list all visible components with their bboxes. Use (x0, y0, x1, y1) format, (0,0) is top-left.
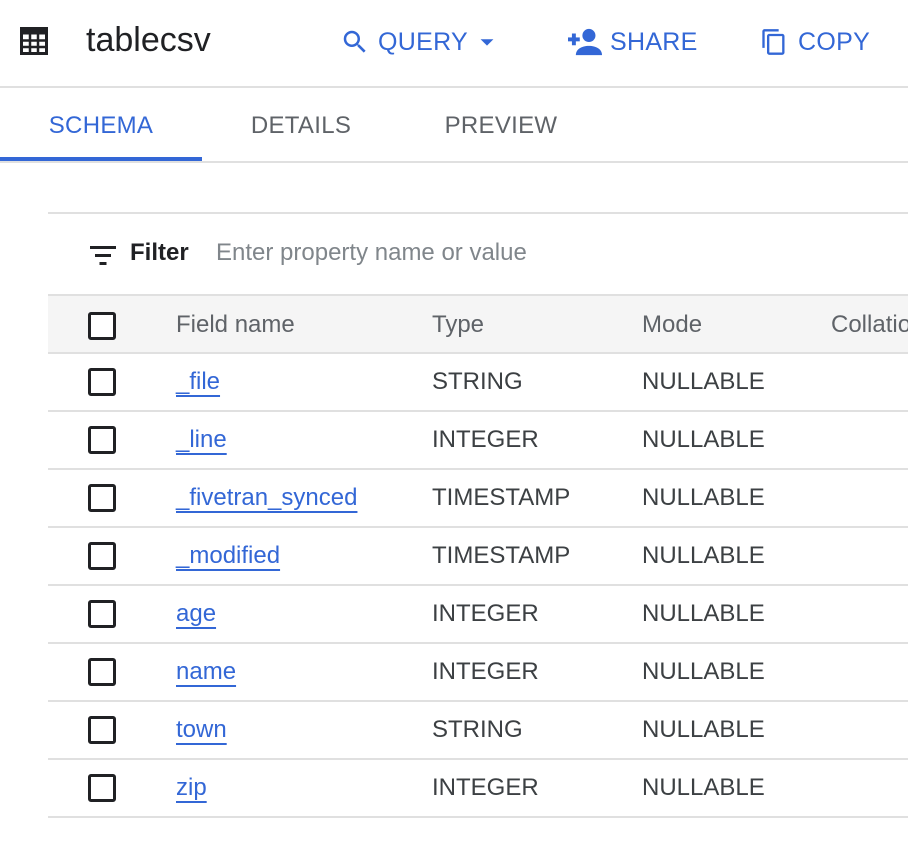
person-add-icon (568, 27, 602, 57)
page-title: tablecsv (86, 21, 211, 59)
field-name-link[interactable]: _modified (176, 542, 280, 569)
field-type: TIMESTAMP (432, 542, 571, 569)
field-mode: NULLABLE (642, 774, 765, 801)
table-header-row: Field name Type Mode Collatio (48, 294, 908, 354)
column-header-field-name[interactable]: Field name (176, 296, 295, 354)
field-type: STRING (432, 368, 523, 395)
row-checkbox[interactable] (88, 426, 116, 454)
table-row: age INTEGER NULLABLE (48, 586, 908, 644)
column-header-mode[interactable]: Mode (642, 296, 702, 354)
row-checkbox[interactable] (88, 658, 116, 686)
table-row: _modified TIMESTAMP NULLABLE (48, 528, 908, 586)
field-type: INTEGER (432, 426, 539, 453)
field-type: INTEGER (432, 774, 539, 801)
filter-label: Filter (130, 239, 189, 266)
field-mode: NULLABLE (642, 368, 765, 395)
row-checkbox[interactable] (88, 716, 116, 744)
table-toolbar: tablecsv QUERY SHARE COPY (0, 0, 908, 88)
field-name-link[interactable]: _line (176, 426, 227, 453)
copy-button[interactable]: COPY (760, 24, 870, 60)
table-row: name INTEGER NULLABLE (48, 644, 908, 702)
field-type: TIMESTAMP (432, 484, 571, 511)
row-checkbox[interactable] (88, 368, 116, 396)
row-checkbox[interactable] (88, 600, 116, 628)
query-button-label: QUERY (378, 27, 468, 56)
field-mode: NULLABLE (642, 716, 765, 743)
filter-bar: Filter (48, 214, 908, 294)
search-icon (340, 27, 370, 57)
field-mode: NULLABLE (642, 542, 765, 569)
tab-preview[interactable]: PREVIEW (400, 90, 602, 161)
filter-icon[interactable] (90, 244, 116, 271)
field-mode: NULLABLE (642, 426, 765, 453)
share-button[interactable]: SHARE (568, 24, 698, 60)
field-name-link[interactable]: town (176, 716, 227, 743)
field-name-link[interactable]: _fivetran_synced (176, 484, 357, 511)
share-button-label: SHARE (610, 27, 698, 56)
schema-table: Field name Type Mode Collatio _file STRI… (48, 294, 908, 818)
field-name-link[interactable]: _file (176, 368, 220, 395)
table-row: zip INTEGER NULLABLE (48, 760, 908, 818)
tab-details[interactable]: DETAILS (202, 90, 400, 161)
table-row: _file STRING NULLABLE (48, 354, 908, 412)
row-checkbox[interactable] (88, 542, 116, 570)
copy-icon (760, 27, 788, 57)
table-icon (20, 27, 48, 60)
column-header-type[interactable]: Type (432, 296, 484, 354)
field-type: STRING (432, 716, 523, 743)
table-row: town STRING NULLABLE (48, 702, 908, 760)
query-button[interactable]: QUERY (340, 24, 498, 60)
field-type: INTEGER (432, 600, 539, 627)
column-header-collation[interactable]: Collatio (831, 296, 908, 354)
field-name-link[interactable]: age (176, 600, 216, 627)
active-tab-indicator (0, 157, 202, 161)
caret-down-icon (476, 31, 498, 53)
tab-bar: SCHEMA DETAILS PREVIEW (0, 90, 908, 163)
table-row: _line INTEGER NULLABLE (48, 412, 908, 470)
field-mode: NULLABLE (642, 484, 765, 511)
select-all-checkbox[interactable] (88, 312, 116, 340)
table-row: _fivetran_synced TIMESTAMP NULLABLE (48, 470, 908, 528)
field-mode: NULLABLE (642, 600, 765, 627)
row-checkbox[interactable] (88, 484, 116, 512)
field-name-link[interactable]: zip (176, 774, 207, 801)
field-name-link[interactable]: name (176, 658, 236, 685)
copy-button-label: COPY (798, 27, 871, 56)
filter-input[interactable] (216, 236, 716, 270)
tab-schema[interactable]: SCHEMA (0, 90, 202, 161)
field-mode: NULLABLE (642, 658, 765, 685)
field-type: INTEGER (432, 658, 539, 685)
row-checkbox[interactable] (88, 774, 116, 802)
